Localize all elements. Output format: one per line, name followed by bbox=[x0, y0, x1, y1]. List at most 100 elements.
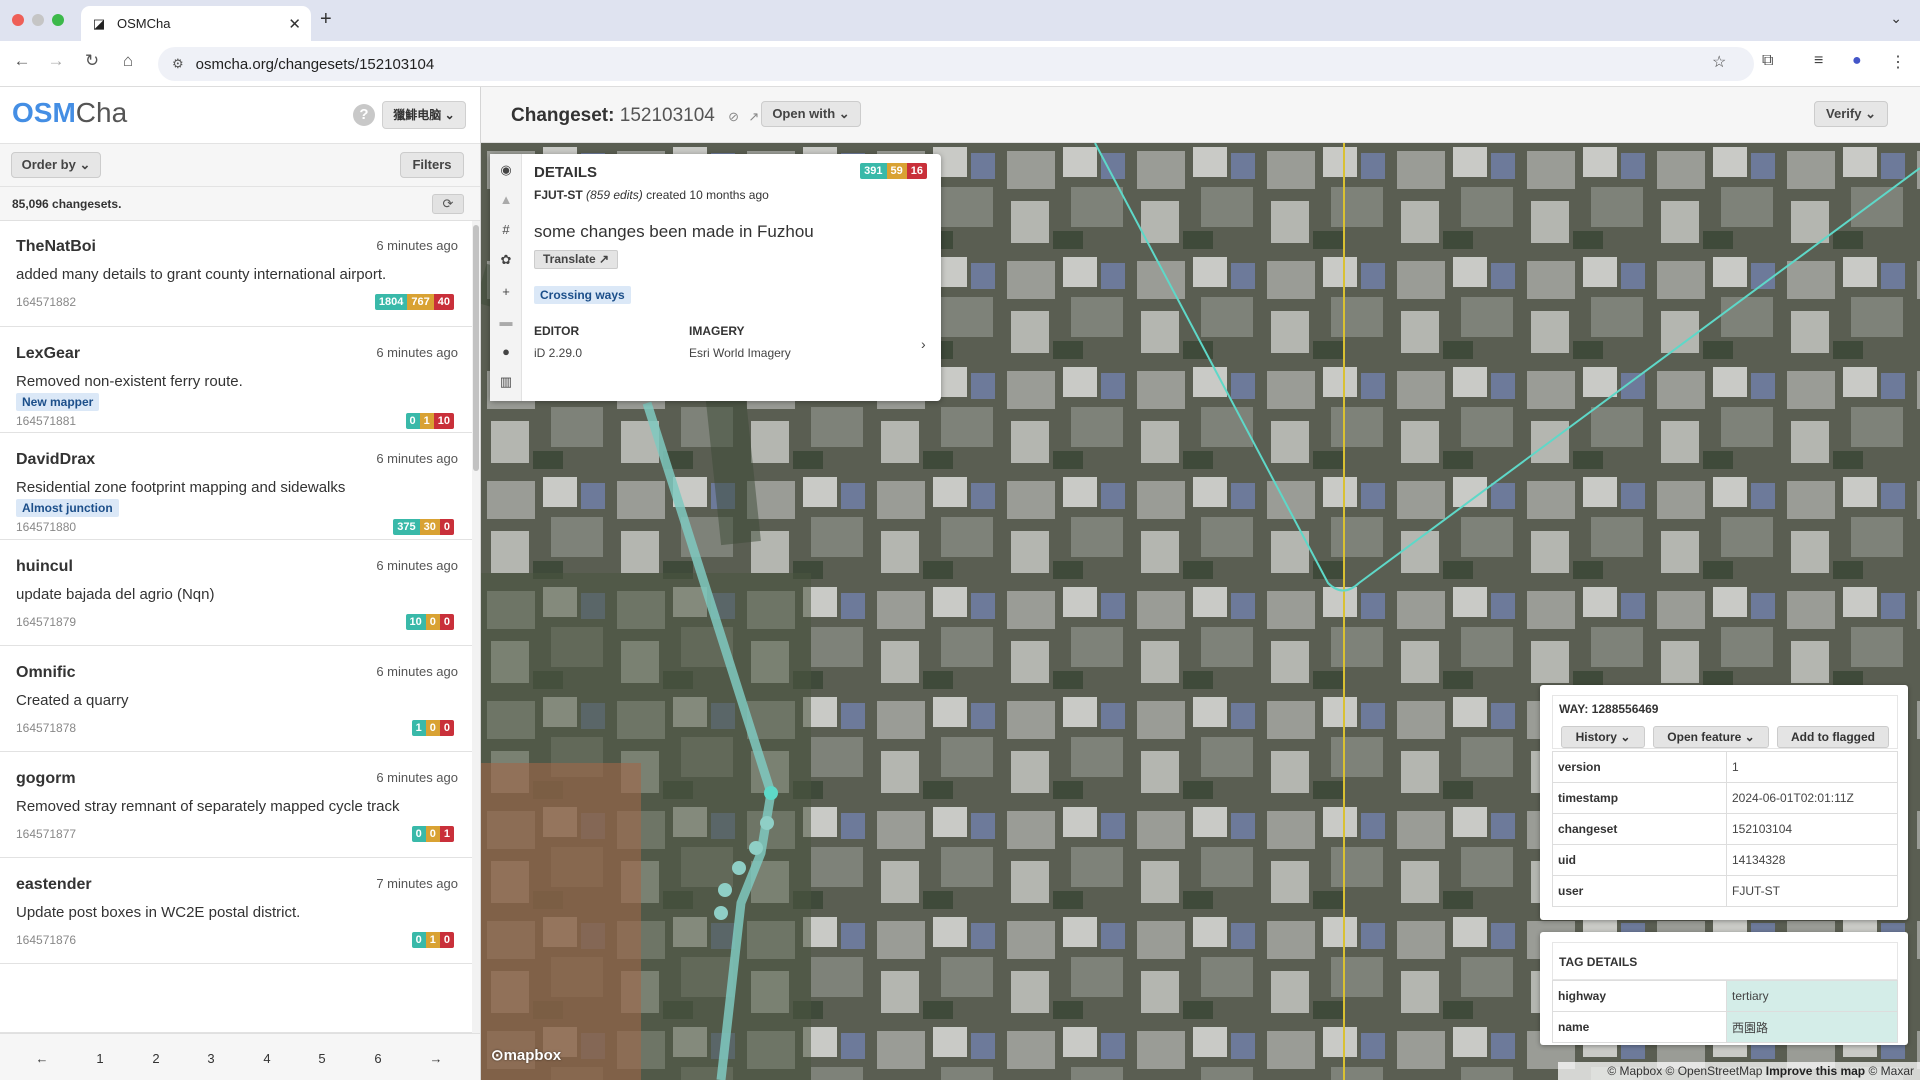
changeset-id: 164571881 bbox=[16, 414, 77, 428]
changeset-list-item[interactable]: huincul 6 minutes ago update bajada del ag… bbox=[0, 541, 472, 646]
help-icon[interactable]: ? bbox=[353, 104, 375, 126]
details-subtitle: FJUT-ST (859 edits) created 10 months ag… bbox=[534, 188, 769, 202]
home-icon[interactable]: ⌂ bbox=[116, 51, 140, 71]
filters-button[interactable]: Filters bbox=[400, 152, 464, 178]
changeset-list-item[interactable]: gogorm 6 minutes ago Removed stray remnant… bbox=[0, 753, 472, 858]
added-count: 1 bbox=[411, 720, 426, 736]
page-1-button[interactable]: 1 bbox=[90, 1051, 110, 1066]
changeset-list-item[interactable]: Omnific 6 minutes ago Created a quarry 1645… bbox=[0, 647, 472, 752]
changeset-list-item[interactable]: LexGear 6 minutes ago Removed non-existent… bbox=[0, 328, 472, 433]
changeset-id: 152103104 bbox=[619, 105, 715, 126]
page-4-button[interactable]: 4 bbox=[257, 1051, 277, 1066]
tab-search-chevron-icon[interactable]: ⌄ bbox=[1890, 10, 1902, 27]
page-2-button[interactable]: 2 bbox=[146, 1051, 166, 1066]
browser-menu-icon[interactable]: ⋮ bbox=[1890, 52, 1906, 72]
deleted-count: 16 bbox=[906, 163, 927, 179]
next-page-button[interactable]: → bbox=[426, 1051, 446, 1066]
tag-details-panel: TAG DETAILS highway tertiary name 西園路 bbox=[1540, 932, 1908, 1045]
bookmark-star-icon[interactable]: ☆ bbox=[1712, 52, 1726, 72]
changeset-list-item[interactable]: DavidDrax 6 minutes ago Residential zone f… bbox=[0, 434, 472, 540]
changeset-user: gogorm bbox=[16, 770, 76, 787]
translate-button[interactable]: Translate ↗ bbox=[534, 250, 619, 269]
prop-key: uid bbox=[1552, 844, 1727, 876]
order-by-button[interactable]: Order by ⌄ bbox=[11, 152, 101, 178]
external-link-icon[interactable]: ↗ bbox=[748, 109, 759, 124]
prop-value: FJUT-ST bbox=[1726, 875, 1898, 907]
changeset-id: 164571879 bbox=[16, 615, 77, 629]
way-node[interactable] bbox=[749, 841, 763, 855]
details-user[interactable]: FJUT-ST bbox=[534, 188, 583, 202]
user-name: 獵鯡电脑 bbox=[393, 108, 442, 122]
site-info-icon[interactable]: ⚙ bbox=[172, 56, 184, 72]
open-feature-button[interactable]: Open feature ⌄ bbox=[1653, 726, 1769, 748]
maximize-window-button[interactable] bbox=[52, 14, 64, 26]
extensions-icon[interactable]: ⧉ bbox=[1762, 52, 1773, 70]
prop-key: changeset bbox=[1552, 813, 1727, 845]
media-control-icon[interactable]: ≡ bbox=[1814, 52, 1823, 70]
mapbox-logo[interactable]: ⊙mapbox bbox=[491, 1046, 561, 1064]
modified-count: 1 bbox=[425, 932, 440, 948]
way-node[interactable] bbox=[732, 861, 746, 875]
address-bar[interactable]: ⚙ osmcha.org/changesets/152103104 bbox=[158, 47, 1754, 81]
add-to-flagged-button[interactable]: Add to flagged bbox=[1777, 726, 1889, 748]
comment-icon[interactable]: ▬ bbox=[498, 314, 514, 329]
history-button[interactable]: History ⌄ bbox=[1561, 726, 1645, 748]
logo-cha: Cha bbox=[75, 97, 128, 128]
table-row: highway tertiary bbox=[1552, 980, 1898, 1012]
way-header: WAY: 1288556469 History ⌄ Open feature ⌄… bbox=[1552, 695, 1898, 749]
way-node[interactable] bbox=[718, 883, 732, 897]
refresh-icon[interactable]: ⟳ bbox=[432, 194, 464, 214]
changeset-list-item[interactable] bbox=[0, 965, 472, 1033]
open-with-button[interactable]: Open with ⌄ bbox=[761, 101, 861, 127]
changeset-list-item[interactable]: TheNatBoi 6 minutes ago added many details… bbox=[0, 221, 472, 327]
way-node[interactable] bbox=[764, 786, 778, 800]
improve-map-link[interactable]: Improve this map bbox=[1766, 1064, 1865, 1078]
minimize-window-button[interactable] bbox=[32, 14, 44, 26]
details-panel: ◉ ▲ # ✿ + ▬ ● ▥ DETAILS 391 59 16 FJUT-S… bbox=[490, 154, 941, 401]
added-count: 375 bbox=[393, 519, 420, 535]
count-bar: 85,096 changesets. ⟳ bbox=[0, 187, 480, 221]
tab-close-icon[interactable]: ✕ bbox=[288, 15, 301, 33]
warning-icon[interactable]: ▲ bbox=[498, 192, 514, 207]
changeset-id: 164571882 bbox=[16, 295, 77, 309]
list-toolbar: Order by ⌄ Filters bbox=[0, 143, 480, 187]
plus-icon[interactable]: + bbox=[498, 284, 514, 299]
attribution-mapbox[interactable]: © Mapbox bbox=[1607, 1064, 1662, 1078]
forward-icon[interactable]: → bbox=[44, 51, 68, 71]
page-3-button[interactable]: 3 bbox=[201, 1051, 221, 1066]
attribution-osm[interactable]: © OpenStreetMap bbox=[1666, 1064, 1763, 1078]
changeset-time: 6 minutes ago bbox=[376, 770, 458, 785]
list-scroll-thumb[interactable] bbox=[473, 225, 479, 471]
verify-button[interactable]: Verify ⌄ bbox=[1814, 101, 1888, 127]
eye-icon[interactable]: ◉ bbox=[498, 162, 514, 178]
way-node[interactable] bbox=[714, 906, 728, 920]
back-icon[interactable]: ← bbox=[10, 51, 34, 71]
table-row: version 1 bbox=[1552, 751, 1898, 783]
browser-tab[interactable]: ◪ OSMCha ✕ bbox=[81, 6, 311, 41]
attribution-maxar[interactable]: © Maxar bbox=[1868, 1064, 1914, 1078]
open-feature-label: Open feature bbox=[1667, 730, 1742, 744]
changeset-comment: Created a quarry bbox=[16, 692, 129, 709]
user-menu-button[interactable]: 獵鯡电脑 ⌄ bbox=[382, 101, 466, 129]
close-window-button[interactable] bbox=[12, 14, 24, 26]
page-5-button[interactable]: 5 bbox=[312, 1051, 332, 1066]
osmcha-logo[interactable]: OSMCha bbox=[12, 97, 127, 129]
chevron-right-icon[interactable]: › bbox=[921, 336, 926, 352]
new-tab-button[interactable]: + bbox=[320, 8, 332, 31]
prev-page-button[interactable]: ← bbox=[32, 1051, 52, 1066]
reason-badge: Crossing ways bbox=[534, 286, 631, 304]
user-icon[interactable]: ● bbox=[498, 344, 514, 359]
changeset-list-item[interactable]: eastender 7 minutes ago Update post boxes … bbox=[0, 859, 472, 964]
changeset-counts: 100 bbox=[411, 720, 454, 736]
way-node[interactable] bbox=[760, 816, 774, 830]
modified-count: 0 bbox=[425, 614, 440, 630]
profile-avatar-icon[interactable]: ● bbox=[1852, 52, 1862, 70]
link-icon[interactable]: ⊘ bbox=[728, 109, 739, 124]
changeset-list[interactable]: TheNatBoi 6 minutes ago added many details… bbox=[0, 221, 472, 1033]
changeset-user: Omnific bbox=[16, 664, 76, 681]
map-icon[interactable]: ▥ bbox=[498, 374, 514, 390]
page-6-button[interactable]: 6 bbox=[368, 1051, 388, 1066]
hashtag-icon[interactable]: # bbox=[498, 222, 514, 237]
reload-icon[interactable]: ↻ bbox=[80, 51, 104, 71]
map-layers-icon[interactable]: ✿ bbox=[498, 252, 514, 268]
